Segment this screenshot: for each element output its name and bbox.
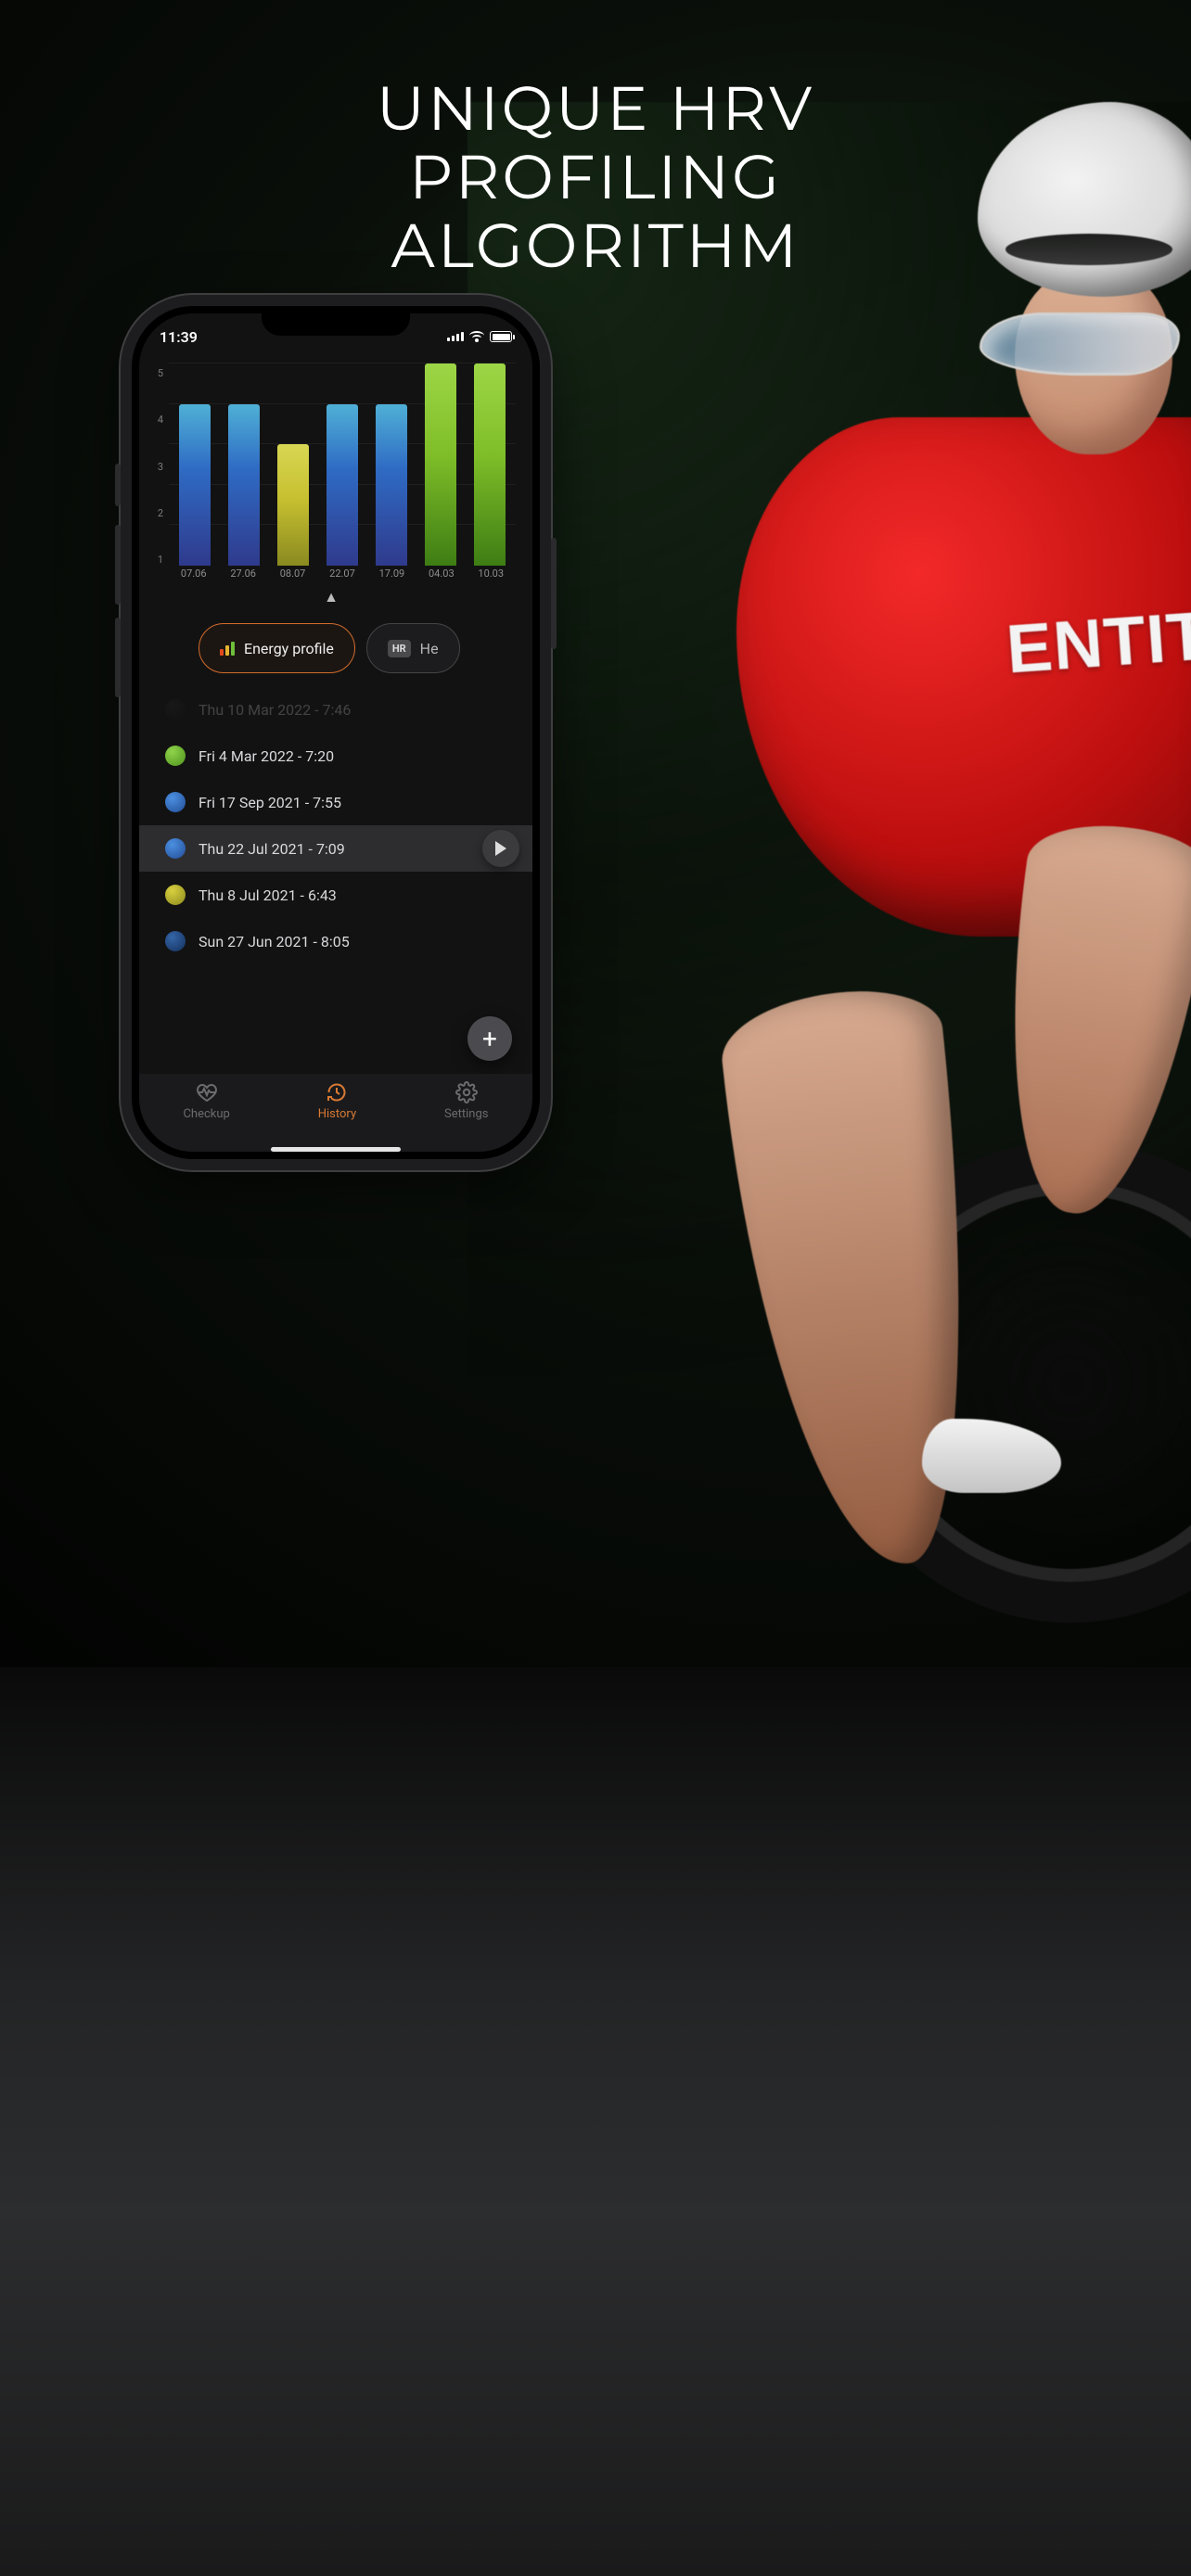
hr-badge-icon: HR (388, 640, 411, 657)
phone-device-frame: 11:39 5 4 3 2 1 07.06 27.06 08.07 22.07 17.09 04.… (132, 306, 540, 1159)
chart-bar[interactable] (474, 363, 506, 566)
app-store-screenshot: ENTIT UNIQUE HRV PROFILING ALGORITHM 11:… (0, 0, 1191, 2576)
statusbar-time: 11:39 (160, 328, 198, 346)
chip-heart-rate[interactable]: HR He (366, 623, 460, 673)
chart-bar[interactable] (277, 444, 309, 566)
chart-x-axis: 07.06 27.06 08.07 22.07 17.09 04.03 10.03 (169, 567, 516, 586)
history-row[interactable]: Fri 17 Sep 2021 - 7:55 (139, 779, 532, 825)
status-dot-icon (165, 792, 186, 812)
status-dot-icon (165, 838, 186, 859)
history-list[interactable]: Thu 10 Mar 2022 - 7:46 Fri 4 Mar 2022 - … (139, 686, 532, 1074)
energy-profile-chart[interactable]: 5 4 3 2 1 07.06 27.06 08.07 22.07 17.09 04.03 10.0… (147, 363, 516, 586)
x-tick: 10.03 (478, 567, 504, 586)
history-label: Thu 8 Jul 2021 - 6:43 (198, 886, 337, 904)
chart-y-axis: 5 4 3 2 1 (147, 363, 169, 586)
status-dot-icon (165, 931, 186, 951)
phone-side-button (115, 464, 121, 506)
phone-screen: 11:39 5 4 3 2 1 07.06 27.06 08.07 22.07 17.09 04.… (139, 313, 532, 1152)
y-tick: 2 (158, 507, 163, 519)
background-cyclist: ENTIT (467, 102, 1191, 1493)
add-button[interactable]: + (467, 1016, 512, 1061)
history-label: Thu 10 Mar 2022 - 7:46 (198, 701, 351, 719)
tab-checkup[interactable]: Checkup (183, 1081, 229, 1121)
chart-pointer-icon: ▲ (147, 588, 516, 606)
tab-label: Checkup (183, 1107, 229, 1121)
chip-label: He (420, 640, 439, 657)
cellular-signal-icon (447, 332, 464, 341)
x-tick: 17.09 (379, 567, 405, 586)
background-road (0, 1667, 1191, 2576)
gear-icon (455, 1081, 478, 1103)
history-row-faded: Thu 10 Mar 2022 - 7:46 (139, 686, 532, 733)
history-row[interactable]: Thu 8 Jul 2021 - 6:43 (139, 872, 532, 918)
y-tick: 1 (158, 554, 163, 566)
chart-bar[interactable] (327, 404, 358, 566)
chip-energy-profile[interactable]: Energy profile (198, 623, 355, 673)
history-label: Thu 22 Jul 2021 - 7:09 (198, 840, 345, 858)
history-label: Sun 27 Jun 2021 - 8:05 (198, 933, 350, 950)
wifi-icon (469, 331, 484, 342)
x-tick: 04.03 (429, 567, 455, 586)
phone-notch (262, 306, 410, 336)
status-dot-icon (165, 699, 186, 720)
headline-line-3: ALGORITHM (0, 211, 1191, 280)
chart-bar[interactable] (228, 404, 260, 566)
tab-label: History (318, 1107, 356, 1121)
heartbeat-icon (196, 1081, 218, 1103)
tab-settings[interactable]: Settings (444, 1081, 488, 1121)
x-tick: 27.06 (230, 567, 256, 586)
energy-profile-icon (220, 641, 235, 656)
metric-chip-row[interactable]: Energy profile HR He (139, 606, 532, 686)
headline-line-2: PROFILING (0, 143, 1191, 211)
phone-side-button (115, 525, 121, 605)
x-tick: 22.07 (329, 567, 355, 586)
chart-bar[interactable] (425, 363, 456, 566)
chart-bar[interactable] (179, 404, 211, 566)
battery-icon (490, 331, 512, 342)
y-tick: 3 (158, 461, 163, 473)
status-dot-icon (165, 746, 186, 766)
history-row[interactable]: Thu 22 Jul 2021 - 7:09 (139, 825, 532, 872)
arrow-right-icon (495, 841, 506, 856)
phone-side-button (115, 618, 121, 697)
history-row[interactable]: Sun 27 Jun 2021 - 8:05 (139, 918, 532, 964)
home-indicator (271, 1147, 401, 1152)
x-tick: 07.06 (181, 567, 207, 586)
history-icon (326, 1081, 348, 1103)
history-label: Fri 4 Mar 2022 - 7:20 (198, 747, 334, 765)
tab-label: Settings (444, 1107, 488, 1121)
phone-side-button (551, 538, 557, 649)
plus-icon: + (482, 1024, 497, 1054)
chart-bar[interactable] (376, 404, 407, 566)
status-dot-icon (165, 885, 186, 905)
headline-line-1: UNIQUE HRV (0, 74, 1191, 143)
tab-bar: Checkup History Settings (139, 1074, 532, 1152)
chip-label: Energy profile (244, 640, 334, 657)
history-label: Fri 17 Sep 2021 - 7:55 (198, 794, 341, 811)
marketing-headline: UNIQUE HRV PROFILING ALGORITHM (0, 74, 1191, 280)
open-row-button[interactable] (482, 830, 519, 867)
y-tick: 4 (158, 414, 163, 426)
x-tick: 08.07 (280, 567, 306, 586)
chart-section: 5 4 3 2 1 07.06 27.06 08.07 22.07 17.09 04.03 10.0… (139, 354, 532, 606)
history-row[interactable]: Fri 4 Mar 2022 - 7:20 (139, 733, 532, 779)
y-tick: 5 (158, 367, 163, 379)
tab-history[interactable]: History (318, 1081, 356, 1121)
